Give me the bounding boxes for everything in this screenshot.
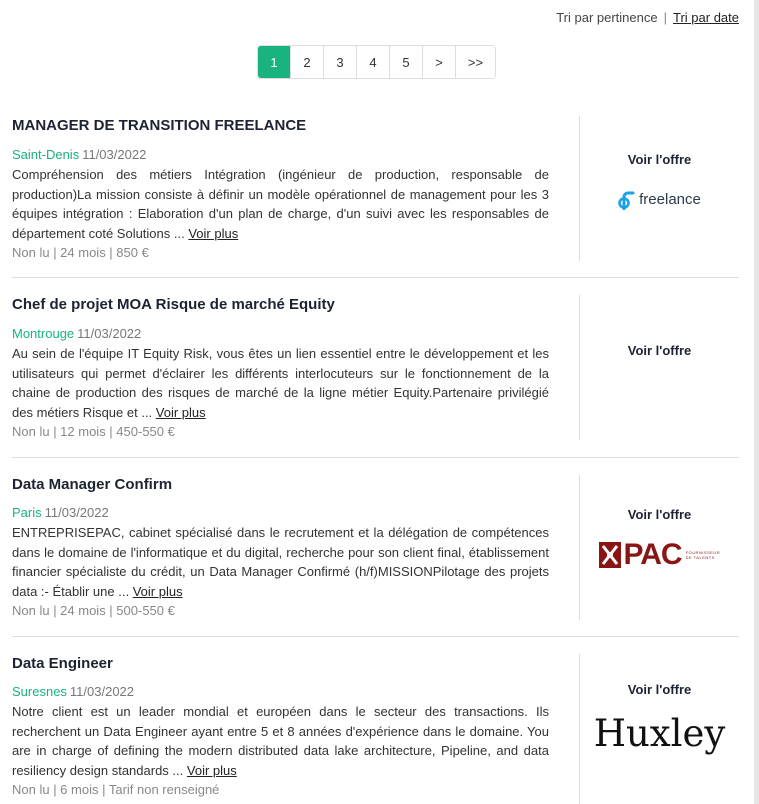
pac-logo-tagline: FOURNISSEUR DE TALENTS	[685, 550, 721, 560]
job-offer-description-text: ENTREPRISEPAC, cabinet spécialisé dans l…	[12, 525, 549, 599]
job-offer-title[interactable]: Data Manager Confirm	[12, 475, 549, 495]
job-offer-date: 11/03/2022	[82, 147, 147, 162]
view-offer-button[interactable]: Voir l'offre	[580, 682, 739, 697]
job-offer-title[interactable]: Chef de projet MOA Risque de marché Equi…	[12, 295, 549, 315]
job-offer-body: Chef de projet MOA Risque de marché Equi…	[12, 295, 549, 441]
job-offer-location-date: Montrouge 11/03/2022	[12, 325, 549, 343]
job-offer-date: 11/03/2022	[77, 326, 142, 341]
job-offer-description-text: Compréhension des métiers Intégration (i…	[12, 167, 549, 241]
job-offer-description-text: Au sein de l'équipe IT Equity Risk, vous…	[12, 346, 549, 420]
see-more-link[interactable]: Voir plus	[156, 405, 206, 420]
job-offer-info: Non lu | 24 mois | 850 €	[12, 245, 149, 260]
offer-divider	[12, 636, 739, 637]
job-offer-description: Notre client est un leader mondial et eu…	[12, 702, 549, 780]
job-offer-body: MANAGER DE TRANSITION FREELANCE Saint-De…	[12, 116, 549, 262]
view-offer-button[interactable]: Voir l'offre	[580, 343, 739, 358]
page-button-1[interactable]: 1	[258, 46, 291, 78]
job-offer-city: Suresnes	[12, 684, 67, 699]
company-logo-pac[interactable]: PAC FOURNISSEUR DE TALENTS	[580, 538, 739, 572]
job-offer-description: ENTREPRISEPAC, cabinet spécialisé dans l…	[12, 523, 549, 601]
job-offer-city: Paris	[12, 505, 42, 520]
offer-divider	[12, 277, 739, 278]
job-offer-city: Montrouge	[12, 326, 75, 341]
view-offer-button[interactable]: Voir l'offre	[580, 507, 739, 522]
company-logo-huxley[interactable]: Huxley	[580, 710, 739, 756]
job-offer-title[interactable]: Data Engineer	[12, 654, 549, 674]
pac-figure-icon	[599, 542, 622, 568]
sort-options: Tri par pertinence | Tri par date	[556, 10, 739, 25]
view-offer-button[interactable]: Voir l'offre	[580, 152, 739, 167]
job-offer-location-date: Saint-Denis 11/03/2022	[12, 146, 549, 164]
page-button-3[interactable]: 3	[324, 46, 357, 78]
job-offer-info: Non lu | 6 mois | Tarif non renseigné	[12, 782, 220, 797]
job-offer-description-text: Notre client est un leader mondial et eu…	[12, 704, 549, 778]
page-button-2[interactable]: 2	[291, 46, 324, 78]
job-offer-location-date: Paris 11/03/2022	[12, 504, 549, 522]
vertical-divider	[579, 295, 580, 440]
job-offer-body: Data Engineer Suresnes 11/03/2022 Notre c…	[12, 654, 549, 799]
huxley-logo-text: Huxley	[593, 711, 726, 755]
job-offer-description: Compréhension des métiers Intégration (i…	[12, 165, 549, 243]
job-offer-info: Non lu | 24 mois | 500-550 €	[12, 603, 175, 618]
pagination: 1 2 3 4 5 > >>	[257, 45, 496, 79]
offer-divider	[12, 457, 739, 458]
pac-logo-text: PAC	[623, 538, 682, 571]
page-button-4[interactable]: 4	[357, 46, 390, 78]
last-page-button[interactable]: >>	[456, 46, 495, 78]
job-offer-description: Au sein de l'équipe IT Equity Risk, vous…	[12, 344, 549, 422]
freelance-logo-text: freelance	[639, 190, 701, 208]
job-offer-location-date: Suresnes 11/03/2022	[12, 683, 549, 701]
see-more-link[interactable]: Voir plus	[187, 763, 237, 778]
sort-relevance-label[interactable]: Tri par pertinence	[556, 10, 657, 25]
job-offer-date: 11/03/2022	[44, 505, 109, 520]
job-offer-info: Non lu | 12 mois | 450-550 €	[12, 424, 175, 439]
job-offer-title[interactable]: MANAGER DE TRANSITION FREELANCE	[12, 116, 549, 136]
see-more-link[interactable]: Voir plus	[188, 226, 238, 241]
sort-separator: |	[663, 10, 667, 25]
job-offer-body: Data Manager Confirm Paris 11/03/2022 ENT…	[12, 475, 549, 620]
job-offer-city: Saint-Denis	[12, 147, 80, 162]
see-more-link[interactable]: Voir plus	[133, 584, 183, 599]
next-page-button[interactable]: >	[423, 46, 456, 78]
company-logo-freelance[interactable]: freelance	[580, 186, 739, 212]
freelance-logo-icon	[618, 191, 635, 210]
page-scrollbar[interactable]	[754, 0, 759, 804]
page-button-5[interactable]: 5	[390, 46, 423, 78]
job-offer-date: 11/03/2022	[69, 684, 135, 699]
sort-by-date-link[interactable]: Tri par date	[673, 10, 739, 25]
